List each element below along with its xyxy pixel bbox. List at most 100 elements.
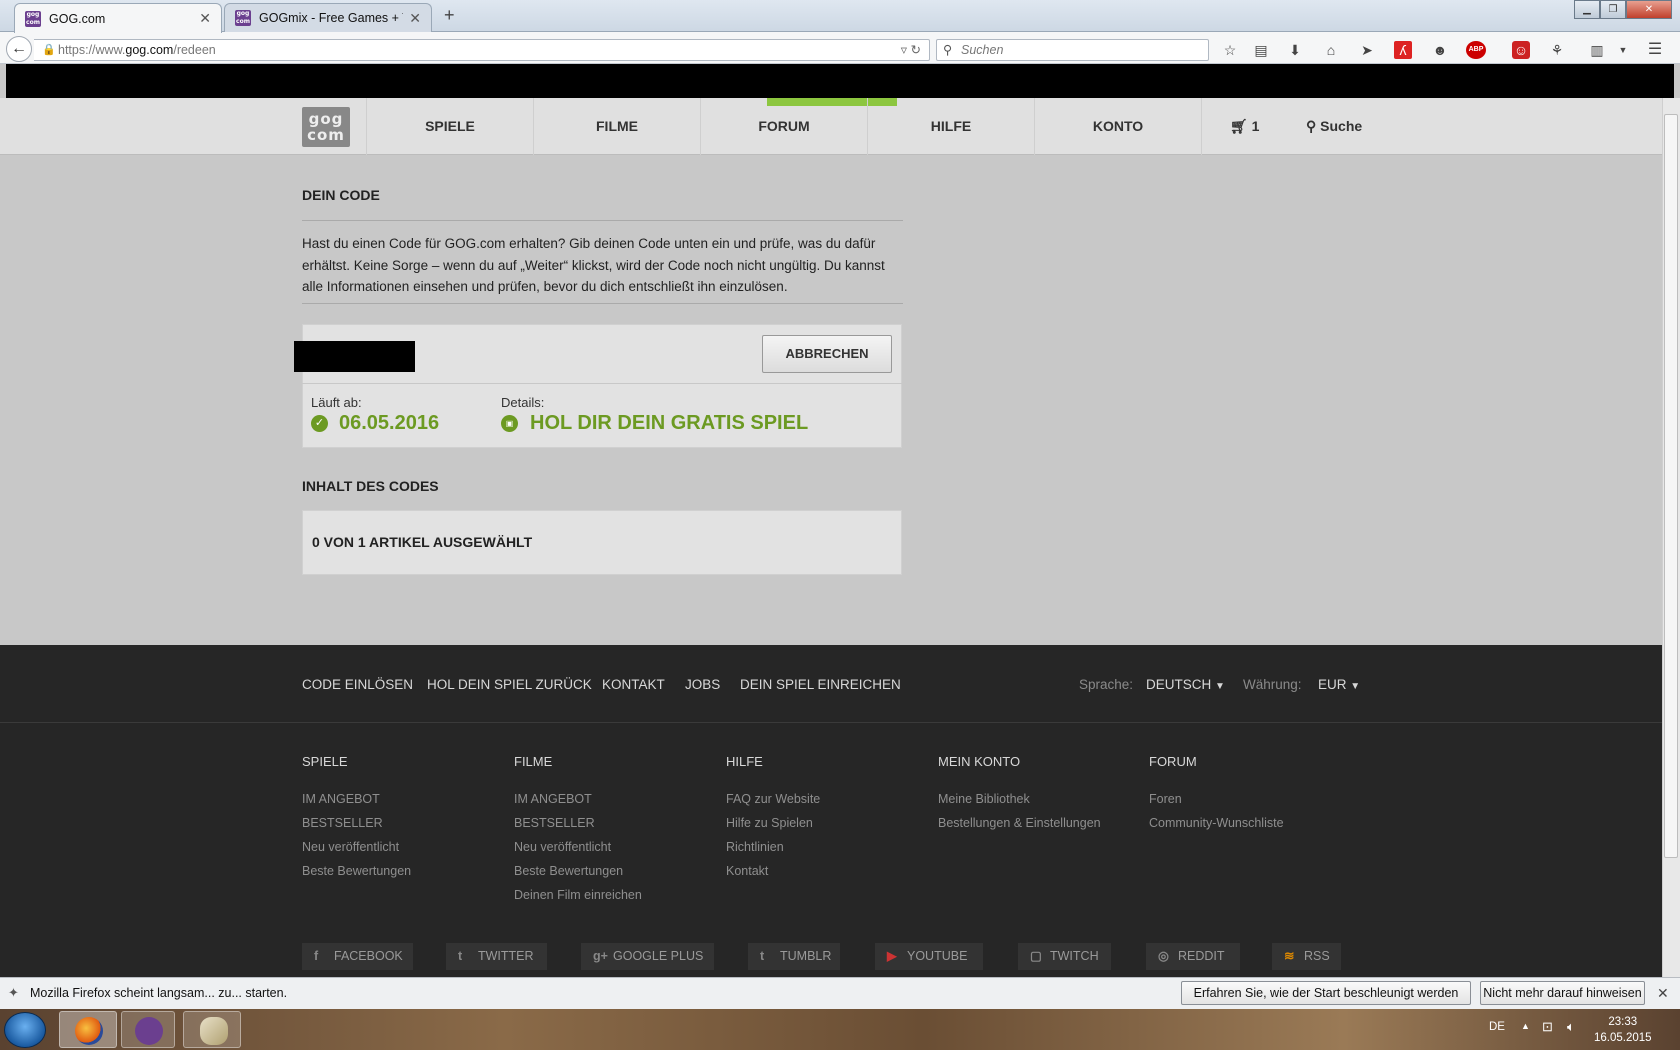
footer-col-link[interactable]: Neu veröffentlicht bbox=[302, 840, 399, 854]
footer-link-submit-game[interactable]: DEIN SPIEL EINREICHEN bbox=[740, 677, 901, 692]
search-input[interactable]: ⚲ Suchen bbox=[936, 39, 1209, 61]
chevron-down-icon[interactable]: ▼ bbox=[1614, 41, 1632, 59]
footer-col-link[interactable]: IM ANGEBOT bbox=[514, 792, 592, 806]
download-icon[interactable]: ⬇ bbox=[1286, 41, 1304, 59]
footer-col-link[interactable]: Deinen Film einreichen bbox=[514, 888, 642, 902]
footer-col-title: HILFE bbox=[726, 754, 763, 769]
nav-spiele[interactable]: SPIELE bbox=[366, 98, 533, 155]
divider bbox=[0, 722, 1662, 723]
language-value: DEUTSCH bbox=[1146, 677, 1212, 692]
start-button[interactable] bbox=[4, 1012, 46, 1048]
footer-col-link[interactable]: Beste Bewertungen bbox=[514, 864, 623, 878]
footer-link-recover[interactable]: HOL DEIN SPIEL ZURÜCK bbox=[427, 677, 592, 692]
footer-col-link[interactable]: Kontakt bbox=[726, 864, 768, 878]
url-scheme: https://www. bbox=[58, 43, 126, 57]
footer-col-link[interactable]: FAQ zur Website bbox=[726, 792, 820, 806]
nav-filme[interactable]: FILME bbox=[533, 98, 700, 155]
chevron-down-icon: ▼ bbox=[1215, 681, 1225, 692]
pdf-icon[interactable]: ʎ bbox=[1394, 41, 1412, 59]
currency-select[interactable]: EUR ▼ bbox=[1318, 677, 1360, 692]
footer-col-link[interactable]: Foren bbox=[1149, 792, 1182, 806]
reading-list-icon[interactable]: ▤ bbox=[1252, 41, 1270, 59]
cart-icon: 🛒︎ bbox=[1230, 118, 1248, 134]
footer-col-link[interactable]: Beste Bewertungen bbox=[302, 864, 411, 878]
tab-gog[interactable]: gog com GOG.com ✕ bbox=[14, 3, 222, 33]
footer-col-link[interactable]: BESTSELLER bbox=[302, 816, 383, 830]
language-indicator[interactable]: DE bbox=[1489, 1021, 1505, 1033]
social-youtube-button[interactable]: ▶ YOUTUBE bbox=[875, 943, 983, 970]
clock-date: 16.05.2015 bbox=[1594, 1032, 1652, 1044]
tray-expand-icon[interactable]: ▲ bbox=[1521, 1021, 1530, 1031]
youtube-icon: ▶ bbox=[887, 949, 897, 963]
chat-icon[interactable]: ☻ bbox=[1431, 41, 1449, 59]
site-search-button[interactable]: ⚲ Suche bbox=[1306, 118, 1362, 135]
speed-up-button[interactable]: Erfahren Sie, wie der Start beschleunigt… bbox=[1181, 981, 1471, 1022]
close-icon[interactable]: ✕ bbox=[1657, 985, 1669, 1002]
taskbar-gog[interactable] bbox=[121, 1011, 175, 1048]
star-icon[interactable]: ☆ bbox=[1221, 41, 1239, 59]
volume-icon[interactable]: 🔈︎ bbox=[1567, 1019, 1575, 1035]
clipboard-icon[interactable]: ▥ bbox=[1588, 41, 1606, 59]
reddit-icon: ◎ bbox=[1158, 949, 1169, 963]
extension-icon[interactable]: ☺ bbox=[1512, 41, 1530, 59]
footer-col-link[interactable]: Neu veröffentlicht bbox=[514, 840, 611, 854]
gog-favicon-icon: gog com bbox=[235, 10, 251, 26]
adblock-label: ABP bbox=[1468, 46, 1484, 53]
nav-hilfe[interactable]: HILFE bbox=[867, 98, 1034, 155]
footer-col-title: SPIELE bbox=[302, 754, 348, 769]
reload-icon[interactable]: ▿ ↻ bbox=[901, 40, 921, 60]
tab-gogmix[interactable]: gogcom GOGmix - Free Games + Te... ✕ bbox=[224, 3, 432, 32]
url-bar[interactable]: 🔒 https://www.gog.com/redeen ▿ ↻ bbox=[34, 39, 930, 61]
new-tab-button[interactable]: + bbox=[444, 5, 455, 26]
minimize-button[interactable]: ▁ bbox=[1574, 0, 1600, 19]
footer-link-redeem[interactable]: CODE EINLÖSEN bbox=[302, 677, 413, 692]
footer-col-link[interactable]: Meine Bibliothek bbox=[938, 792, 1030, 806]
scrollbar-thumb[interactable] bbox=[1664, 114, 1678, 858]
footer-col-link[interactable]: Hilfe zu Spielen bbox=[726, 816, 813, 830]
social-googleplus-button[interactable]: g+ GOOGLE PLUS bbox=[581, 943, 714, 970]
social-twitter-button[interactable]: t TWITTER bbox=[446, 943, 547, 970]
language-label: Sprache: bbox=[1079, 677, 1134, 692]
footer-col-link[interactable]: Richtlinien bbox=[726, 840, 784, 854]
site-search-label: Suche bbox=[1320, 118, 1363, 134]
nav-forum[interactable]: FORUM bbox=[700, 98, 867, 155]
footer-link-contact[interactable]: KONTAKT bbox=[602, 677, 665, 692]
twitch-icon: ▢ bbox=[1030, 949, 1042, 963]
footer-link-jobs[interactable]: JOBS bbox=[685, 677, 720, 692]
clock[interactable]: 23:33 16.05.2015 bbox=[1594, 1014, 1652, 1046]
send-icon[interactable]: ➤ bbox=[1358, 41, 1376, 59]
expires-label: Läuft ab: bbox=[311, 395, 362, 410]
taskbar-firefox[interactable] bbox=[59, 1011, 117, 1048]
restore-button[interactable]: ❐ bbox=[1600, 0, 1626, 19]
footer-col-link[interactable]: BESTSELLER bbox=[514, 816, 595, 830]
footer-col-link[interactable]: IM ANGEBOT bbox=[302, 792, 380, 806]
language-select[interactable]: DEUTSCH ▼ bbox=[1146, 677, 1225, 692]
social-tumblr-button[interactable]: t TUMBLR bbox=[748, 943, 840, 970]
social-facebook-button[interactable]: f FACEBOOK bbox=[302, 943, 413, 970]
cart-button[interactable]: 🛒︎ 1 bbox=[1230, 118, 1259, 135]
clock-time: 23:33 bbox=[1608, 1016, 1638, 1028]
network-icon[interactable]: ⊡ bbox=[1542, 1019, 1553, 1035]
menu-icon[interactable]: ☰ bbox=[1646, 41, 1664, 59]
back-button[interactable]: ← bbox=[6, 36, 32, 62]
logo-bottom: com bbox=[307, 126, 345, 144]
footer-col-link[interactable]: Bestellungen & Einstellungen bbox=[938, 816, 1101, 830]
gog-logo[interactable]: gog com bbox=[302, 107, 350, 147]
divider bbox=[302, 383, 902, 384]
social-reddit-button[interactable]: ◎ REDDIT bbox=[1146, 943, 1240, 970]
home-icon[interactable]: ⌂ bbox=[1322, 41, 1340, 59]
close-window-button[interactable]: ✕ bbox=[1626, 0, 1672, 19]
cancel-button[interactable]: ABBRECHEN bbox=[762, 335, 892, 373]
social-rss-button[interactable]: ≋ RSS bbox=[1272, 943, 1341, 970]
dismiss-button[interactable]: Nicht mehr darauf hinweisen bbox=[1480, 981, 1645, 1005]
adblock-icon[interactable]: ABP bbox=[1466, 41, 1486, 59]
close-tab-icon[interactable]: ✕ bbox=[409, 10, 421, 27]
close-tab-icon[interactable]: ✕ bbox=[199, 10, 211, 27]
gog-favicon-icon: gog com bbox=[25, 10, 41, 27]
taskbar-paint[interactable] bbox=[183, 1011, 241, 1048]
social-twitch-button[interactable]: ▢ TWITCH bbox=[1018, 943, 1111, 970]
nav-konto[interactable]: KONTO bbox=[1034, 98, 1202, 155]
footer-col-link[interactable]: Community-Wunschliste bbox=[1149, 816, 1284, 830]
footer-col-title: FILME bbox=[514, 754, 553, 769]
extension-icon[interactable]: ⚘ bbox=[1548, 41, 1566, 59]
